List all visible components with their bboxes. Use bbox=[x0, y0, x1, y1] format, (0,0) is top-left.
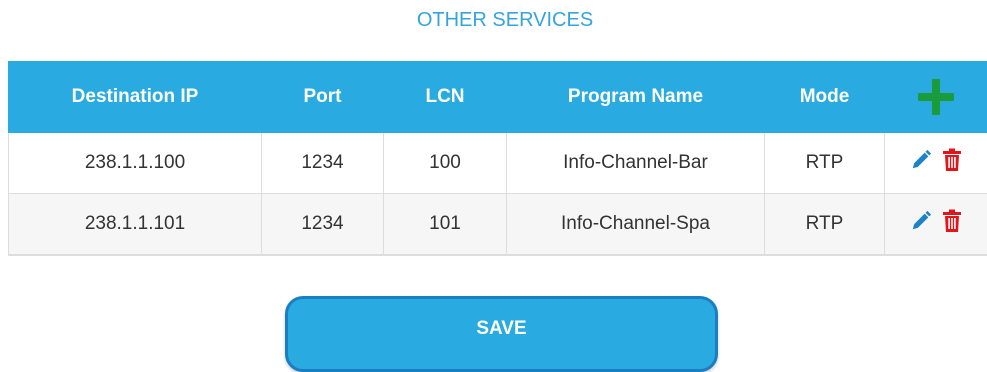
header-port: Port bbox=[262, 62, 384, 133]
edit-pencil-icon[interactable] bbox=[910, 210, 932, 238]
cell-program-name: Info-Channel-Bar bbox=[507, 133, 765, 194]
services-table: Destination IP Port LCN Program Name Mod… bbox=[8, 61, 987, 256]
cell-lcn: 101 bbox=[384, 194, 507, 256]
section-title: OTHER SERVICES bbox=[0, 9, 987, 32]
cell-destination-ip: 238.1.1.100 bbox=[9, 133, 262, 194]
table-row: 238.1.1.101 1234 101 Info-Channel-Spa RT… bbox=[9, 194, 987, 256]
cell-port: 1234 bbox=[262, 194, 384, 256]
delete-trash-icon[interactable] bbox=[942, 209, 962, 239]
cell-lcn: 100 bbox=[384, 133, 507, 194]
add-service-plus-icon[interactable] bbox=[918, 79, 954, 115]
edit-pencil-icon[interactable] bbox=[910, 149, 932, 177]
save-button[interactable]: SAVE bbox=[285, 296, 718, 372]
cell-mode: RTP bbox=[765, 133, 885, 194]
header-mode: Mode bbox=[765, 62, 885, 133]
header-destination-ip: Destination IP bbox=[9, 62, 262, 133]
cell-port: 1234 bbox=[262, 133, 384, 194]
table-header-row: Destination IP Port LCN Program Name Mod… bbox=[9, 62, 987, 133]
cell-program-name: Info-Channel-Spa bbox=[507, 194, 765, 256]
delete-trash-icon[interactable] bbox=[942, 148, 962, 178]
header-program-name: Program Name bbox=[507, 62, 765, 133]
header-actions bbox=[885, 62, 987, 133]
cell-actions bbox=[885, 194, 987, 256]
header-lcn: LCN bbox=[384, 62, 507, 133]
cell-actions bbox=[885, 133, 987, 194]
table-row: 238.1.1.100 1234 100 Info-Channel-Bar RT… bbox=[9, 133, 987, 194]
cell-mode: RTP bbox=[765, 194, 885, 256]
cell-destination-ip: 238.1.1.101 bbox=[9, 194, 262, 256]
